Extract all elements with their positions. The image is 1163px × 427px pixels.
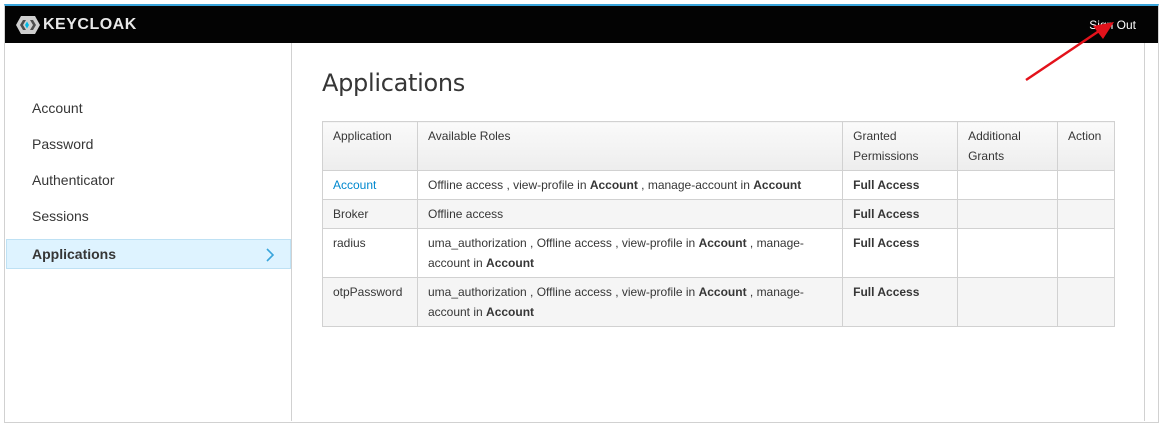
roles-client-name: Account (486, 305, 535, 319)
header-label: Application (333, 129, 392, 143)
granted-cell: Full Access (842, 228, 959, 278)
roles-client-name: Account (698, 285, 747, 299)
granted-cell: Full Access (842, 277, 959, 327)
roles-text: Offline access (427, 207, 504, 221)
roles-client-name: Account (698, 236, 747, 250)
additional-grants-cell (957, 170, 1058, 200)
top-navbar: KEYCLOAK Sign Out (5, 6, 1158, 43)
header-label: Action (1067, 129, 1102, 143)
granted-value: Full Access (853, 236, 920, 250)
application-link[interactable]: Account (333, 178, 376, 192)
main-content: Applications Application Available Roles (293, 43, 1145, 421)
sidebar-item-label: Authenticator (32, 172, 115, 188)
table-row: otpPassword uma_authorization , Offline … (322, 277, 1116, 327)
roles-cell: Offline access , view-profile in Account… (416, 170, 844, 200)
roles-cell: uma_authorization , Offline access , vie… (416, 277, 844, 327)
application-cell: radius (322, 228, 418, 278)
sidebar-item-account[interactable]: Account (5, 93, 291, 129)
sidebar-item-label: Password (32, 136, 94, 152)
header-label: Grants (968, 149, 1005, 163)
column-header-action: Action (1056, 121, 1116, 171)
table-row: Broker Offline access Full Access (322, 199, 1116, 229)
application-cell: Account (322, 170, 418, 200)
chevron-right-icon (266, 248, 275, 262)
column-header-additional-grants: Additional Grants (957, 121, 1058, 171)
additional-grants-cell (957, 277, 1058, 327)
granted-value: Full Access (853, 178, 920, 192)
table-header-row: Application Available Roles Granted Perm… (322, 121, 1116, 171)
application-cell: otpPassword (322, 277, 418, 327)
table-row: Account Offline access , view-profile in… (322, 170, 1116, 200)
column-header-application: Application (322, 121, 418, 171)
table-row: radius uma_authorization , Offline acces… (322, 228, 1116, 278)
sign-out-link[interactable]: Sign Out (1089, 18, 1136, 32)
action-cell (1056, 228, 1116, 278)
page-title: Applications (322, 69, 466, 97)
roles-client-name: Account (589, 178, 638, 192)
granted-cell: Full Access (842, 199, 959, 229)
granted-cell: Full Access (842, 170, 959, 200)
roles-text: uma_authorization , Offline access , vie… (427, 236, 699, 250)
roles-text: Offline access , view-profile in (427, 178, 590, 192)
additional-grants-cell (957, 199, 1058, 229)
header-label: Additional (968, 129, 1021, 143)
roles-text: , manage-account in (637, 178, 754, 192)
action-cell (1056, 277, 1116, 327)
content-divider (1144, 43, 1145, 421)
sidebar-item-authenticator[interactable]: Authenticator (5, 165, 291, 201)
sidebar-nav: Account Password Authenticator Sessions … (5, 43, 292, 421)
sidebar-item-password[interactable]: Password (5, 129, 291, 165)
header-label: Granted (853, 129, 897, 143)
application-name: otpPassword (333, 285, 403, 299)
roles-cell: Offline access (416, 199, 844, 229)
keycloak-logo-icon (16, 16, 40, 34)
sidebar-item-applications[interactable]: Applications (6, 239, 291, 269)
sidebar-item-label: Account (32, 100, 83, 116)
app-window: KEYCLOAK Sign Out Account Password Authe… (4, 4, 1159, 423)
roles-client-name: Account (486, 256, 535, 270)
sidebar-item-sessions[interactable]: Sessions (5, 201, 291, 237)
column-header-granted-permissions: Granted Permissions (842, 121, 959, 171)
action-cell (1056, 170, 1116, 200)
granted-value: Full Access (853, 285, 920, 299)
roles-text: uma_authorization , Offline access , vie… (427, 285, 699, 299)
granted-value: Full Access (853, 207, 920, 221)
roles-cell: uma_authorization , Offline access , vie… (416, 228, 844, 278)
application-cell: Broker (322, 199, 418, 229)
sidebar-item-label: Applications (32, 246, 117, 262)
logo-text: KEYCLOAK (43, 16, 137, 33)
brand-logo[interactable]: KEYCLOAK (15, 15, 137, 35)
additional-grants-cell (957, 228, 1058, 278)
sidebar-item-label: Sessions (32, 208, 89, 224)
roles-client-name: Account (753, 178, 802, 192)
header-label: Available Roles (427, 129, 511, 143)
header-label: Permissions (853, 149, 919, 163)
column-header-available-roles: Available Roles (416, 121, 844, 171)
action-cell (1056, 199, 1116, 229)
application-name: radius (333, 236, 366, 250)
application-name: Broker (333, 207, 369, 221)
applications-table: Application Available Roles Granted Perm… (322, 121, 1116, 327)
